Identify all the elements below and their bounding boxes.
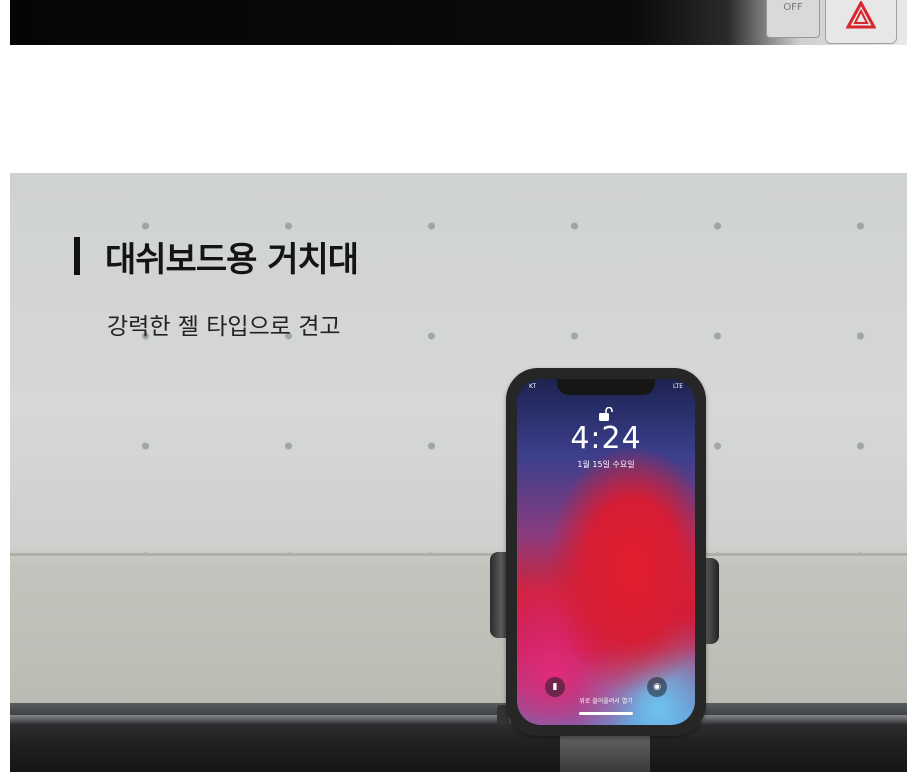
top-car-photo: OFF — [10, 0, 907, 45]
swipe-hint: 위로 쓸어올려서 열기 — [579, 698, 633, 705]
section-subtitle: 강력한 젤 타입으로 견고 — [107, 314, 341, 340]
phone-lock-screen: KT LTE 4:24 1월 15일 수요일 ▮ ◉ 위로 쓸어올려서 열기 — [517, 379, 695, 725]
flashlight-icon: ▮ — [545, 677, 565, 697]
home-indicator — [579, 712, 633, 715]
section-title: 대쉬보드용 거치대 — [105, 240, 359, 280]
camera-icon: ◉ — [647, 677, 667, 697]
lock-screen-date: 1월 15일 수요일 — [577, 460, 635, 469]
concrete-wall — [10, 173, 907, 553]
off-button-in-photo: OFF — [766, 0, 820, 38]
hazard-icon — [846, 1, 876, 29]
smartphone: KT LTE 4:24 1월 15일 수요일 ▮ ◉ 위로 쓸어올려서 열기 — [506, 368, 706, 736]
phone-notch — [557, 379, 655, 395]
car-dashboard — [10, 703, 907, 772]
title-accent-bar — [74, 237, 80, 275]
hazard-button-in-photo — [825, 0, 897, 44]
carrier-label: KT — [529, 383, 537, 390]
lock-screen-time: 4:24 — [570, 421, 642, 456]
dashboard-highlight — [10, 715, 907, 725]
network-label: LTE — [673, 383, 683, 390]
wall-floor-line — [10, 553, 907, 556]
lock-open-icon — [599, 407, 613, 421]
